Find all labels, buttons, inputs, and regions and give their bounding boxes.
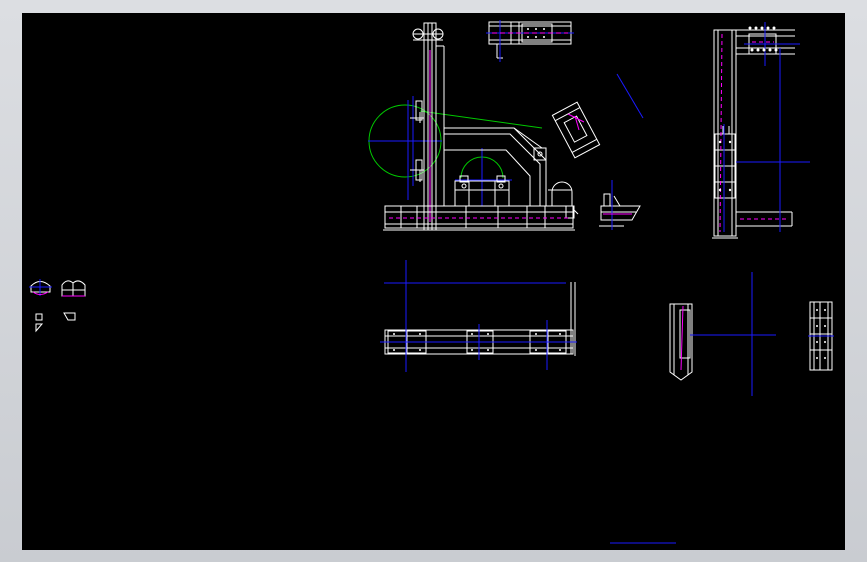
main-elevation	[368, 22, 579, 231]
icon-small-square	[35, 313, 43, 321]
side-bracket	[599, 180, 641, 230]
icon-rounded-block-a	[29, 279, 52, 296]
vertical-detail	[669, 272, 776, 396]
plan-view	[380, 260, 577, 372]
icon-small-triangle	[35, 323, 44, 333]
end-detail	[808, 301, 834, 371]
angled-detail	[551, 73, 644, 159]
small-icons	[29, 279, 86, 333]
cad-viewer	[0, 0, 867, 562]
drawing-canvas[interactable]	[22, 13, 845, 550]
side-elevation	[712, 22, 810, 239]
icon-small-tag	[63, 312, 76, 321]
cad-drawing	[29, 20, 834, 544]
green-tangent	[419, 110, 543, 129]
icon-rounded-block-b	[61, 280, 86, 297]
top-detail	[486, 20, 574, 62]
